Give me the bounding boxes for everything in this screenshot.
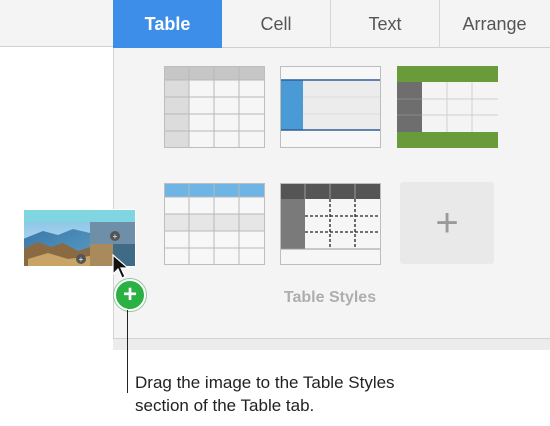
add-table-style-button[interactable]: + [400,182,494,264]
inspector-tabs: Table Cell Text Arrange [113,0,550,48]
arrow-cursor-icon [112,254,130,279]
table-style-gray-header[interactable] [164,66,265,148]
plus-icon: + [114,279,146,311]
callout-line-2: section of the Table tab. [135,396,315,415]
table-style-dark-dashed[interactable] [280,183,381,265]
callout-text: Drag the image to the Table Styles secti… [135,371,495,417]
document-canvas-edge [0,0,113,47]
callout-line [127,310,128,393]
tab-table[interactable]: Table [113,0,222,48]
tab-arrange[interactable]: Arrange [440,0,549,48]
table-styles-label: Table Styles [283,289,377,306]
plus-icon: + [435,201,459,245]
inspector-bottom-edge [113,338,550,350]
table-style-blue-left-column[interactable] [280,66,381,148]
tab-cell[interactable]: Cell [222,0,331,48]
table-style-light-blue-header[interactable] [164,183,265,265]
svg-text:+: + [113,232,118,241]
svg-text:+: + [79,255,84,264]
callout-line-1: Drag the image to the Table Styles [135,373,395,392]
tab-text[interactable]: Text [331,0,440,48]
table-style-green-border[interactable] [397,66,498,148]
